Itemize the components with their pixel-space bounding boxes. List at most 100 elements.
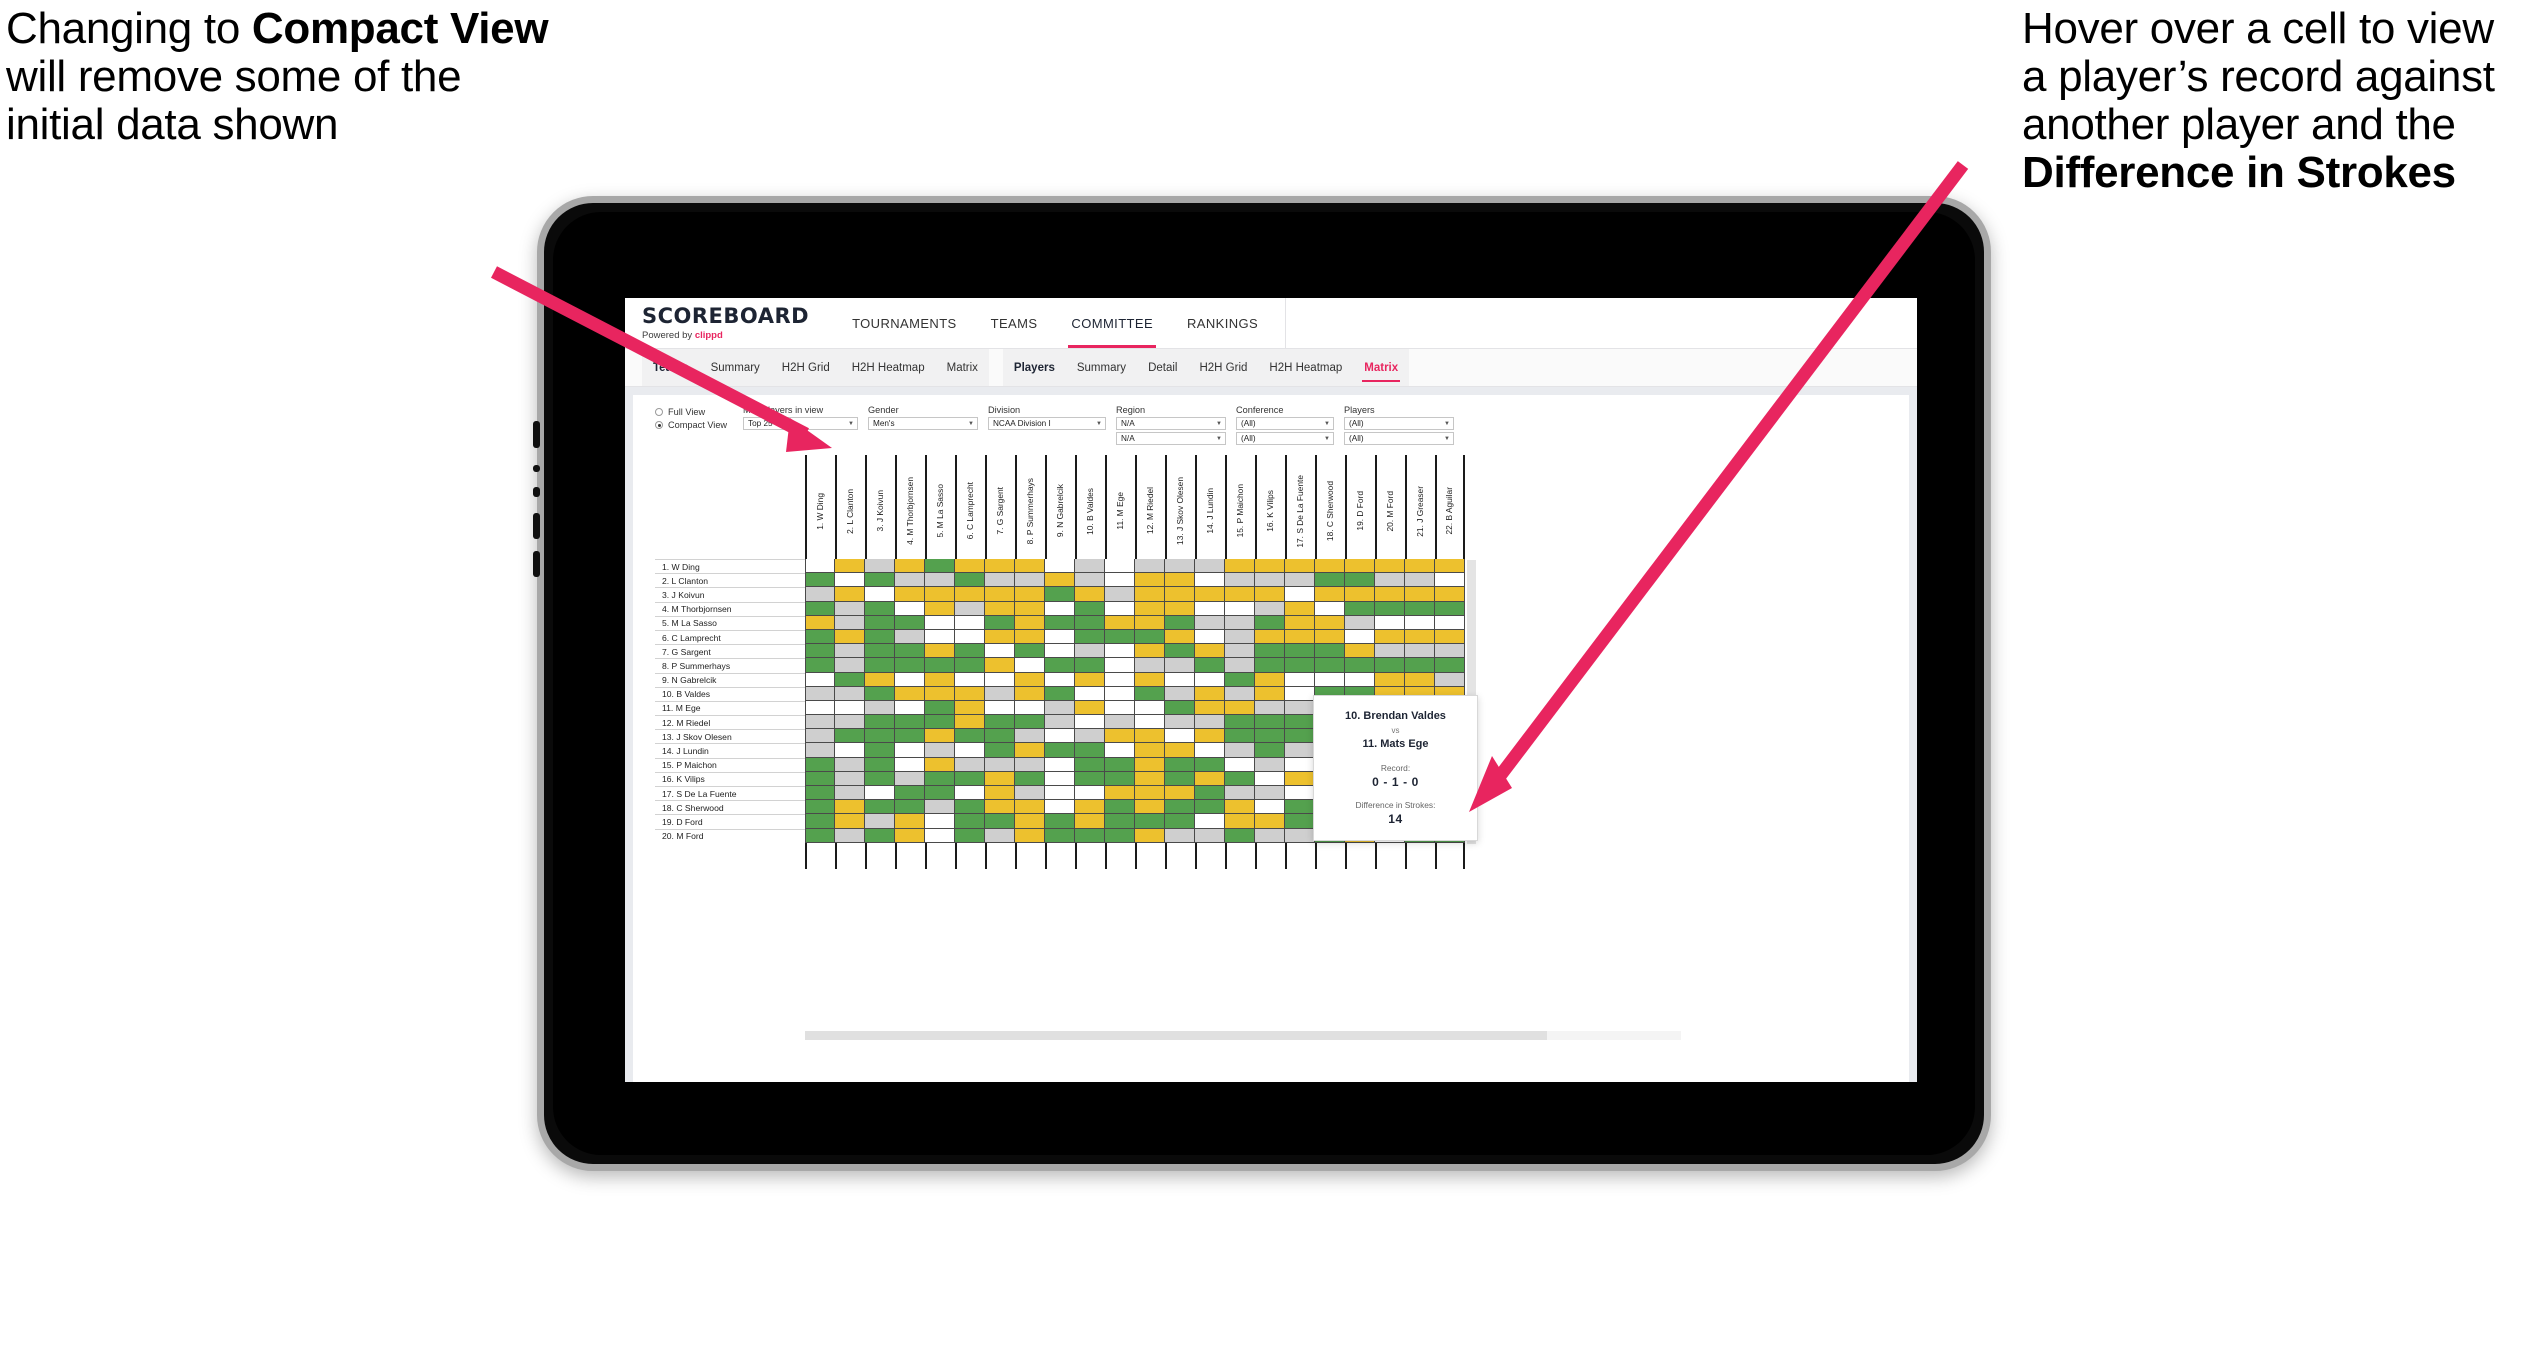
matrix-cell[interactable]: [1075, 729, 1105, 744]
matrix-cell[interactable]: [1105, 700, 1135, 716]
matrix-cell[interactable]: [925, 786, 955, 801]
matrix-cell[interactable]: [1045, 601, 1075, 616]
matrix-col-header[interactable]: 18. C Sherwood: [1315, 455, 1345, 559]
matrix-cell[interactable]: [1075, 800, 1105, 815]
matrix-cell[interactable]: [985, 615, 1015, 630]
matrix-cell[interactable]: [865, 686, 895, 701]
tablet-button-power[interactable]: [533, 421, 540, 448]
matrix-cell[interactable]: [1015, 828, 1045, 843]
matrix-cell[interactable]: [925, 800, 955, 815]
matrix-cell[interactable]: [835, 587, 865, 602]
matrix-cell[interactable]: [925, 757, 955, 772]
matrix-col-header[interactable]: 3. J Koivun: [865, 455, 895, 559]
matrix-cell[interactable]: [985, 573, 1015, 588]
matrix-cell[interactable]: [1375, 629, 1405, 645]
matrix-row-label[interactable]: 9. N Gabrelcik: [655, 672, 805, 687]
matrix-cell[interactable]: [895, 786, 925, 801]
matrix-cell[interactable]: [1075, 700, 1105, 716]
matrix-cell[interactable]: [1165, 771, 1195, 786]
matrix-cell[interactable]: [955, 629, 985, 645]
matrix-cell[interactable]: [1045, 700, 1075, 716]
matrix-cell[interactable]: [955, 786, 985, 801]
matrix-cell[interactable]: [1015, 601, 1045, 616]
matrix-cell[interactable]: [925, 686, 955, 701]
matrix-cell[interactable]: [1075, 771, 1105, 786]
matrix-col-header[interactable]: 6. C Lamprecht: [955, 455, 985, 559]
matrix-row-label[interactable]: 13. J Skov Olesen: [655, 729, 805, 744]
matrix-cell[interactable]: [1105, 615, 1135, 630]
subnav-teams-summary[interactable]: Summary: [700, 349, 771, 386]
matrix-cell[interactable]: [1135, 743, 1165, 758]
matrix-cell[interactable]: [835, 615, 865, 630]
nav-item-tournaments[interactable]: TOURNAMENTS: [835, 298, 974, 348]
filter-max-players-select[interactable]: Top 25 ▼: [743, 417, 858, 430]
matrix-cell[interactable]: [1255, 743, 1285, 758]
matrix-cell[interactable]: [1195, 686, 1225, 701]
matrix-cell[interactable]: [1135, 800, 1165, 815]
matrix-cell[interactable]: [1015, 800, 1045, 815]
matrix-cell[interactable]: [1255, 644, 1285, 659]
matrix-cell[interactable]: [1405, 658, 1435, 673]
matrix-cell[interactable]: [1045, 559, 1075, 574]
matrix-cell[interactable]: [895, 800, 925, 815]
matrix-cell[interactable]: [895, 658, 925, 673]
matrix-col-header[interactable]: 20. M Ford: [1375, 455, 1405, 559]
matrix-cell[interactable]: [1045, 729, 1075, 744]
matrix-cell[interactable]: [1135, 757, 1165, 772]
matrix-cell[interactable]: [955, 615, 985, 630]
matrix-row-label[interactable]: 4. M Thorbjornsen: [655, 601, 805, 616]
matrix-cell[interactable]: [1105, 686, 1135, 701]
matrix-cell[interactable]: [1375, 615, 1405, 630]
matrix-cell[interactable]: [1315, 658, 1345, 673]
matrix-col-header[interactable]: 22. B Aguilar: [1435, 455, 1465, 559]
matrix-cell[interactable]: [835, 757, 865, 772]
matrix-row-label[interactable]: 2. L Clanton: [655, 573, 805, 588]
matrix-cell[interactable]: [1015, 658, 1045, 673]
matrix-cell[interactable]: [1165, 644, 1195, 659]
matrix-cell[interactable]: [1015, 672, 1045, 687]
matrix-cell[interactable]: [1285, 686, 1315, 701]
matrix-cell[interactable]: [1105, 729, 1135, 744]
matrix-cell[interactable]: [1285, 700, 1315, 716]
matrix-cell[interactable]: [865, 601, 895, 616]
matrix-cell[interactable]: [955, 658, 985, 673]
matrix-cell[interactable]: [1285, 601, 1315, 616]
matrix-cell[interactable]: [955, 559, 985, 574]
matrix-cell[interactable]: [1075, 587, 1105, 602]
matrix-cell[interactable]: [865, 629, 895, 645]
matrix-cell[interactable]: [1045, 573, 1075, 588]
matrix-cell[interactable]: [865, 644, 895, 659]
matrix-cell[interactable]: [1135, 573, 1165, 588]
matrix-cell[interactable]: [1345, 629, 1375, 645]
matrix-cell[interactable]: [1345, 601, 1375, 616]
matrix-cell[interactable]: [1075, 672, 1105, 687]
matrix-row-label[interactable]: 3. J Koivun: [655, 587, 805, 602]
matrix-cell[interactable]: [1135, 786, 1165, 801]
radio-compact-view[interactable]: Compact View: [655, 420, 733, 430]
tablet-button-mute[interactable]: [533, 465, 540, 472]
brand-logo[interactable]: SCOREBOARD Powered by clippd: [642, 298, 835, 348]
matrix-cell[interactable]: [1015, 814, 1045, 829]
matrix-cell[interactable]: [1195, 757, 1225, 772]
matrix-cell[interactable]: [1135, 644, 1165, 659]
matrix-cell[interactable]: [1225, 658, 1255, 673]
matrix-cell[interactable]: [895, 828, 925, 843]
matrix-scrollbar-thumb[interactable]: [805, 1031, 1547, 1040]
matrix-row-label[interactable]: 15. P Maichon: [655, 757, 805, 772]
matrix-cell[interactable]: [1285, 757, 1315, 772]
matrix-cell[interactable]: [1225, 587, 1255, 602]
matrix-cell[interactable]: [1225, 686, 1255, 701]
matrix-cell[interactable]: [1225, 828, 1255, 843]
matrix-cell[interactable]: [1315, 672, 1345, 687]
matrix-cell[interactable]: [985, 743, 1015, 758]
matrix-cell[interactable]: [1255, 700, 1285, 716]
matrix-cell[interactable]: [925, 587, 955, 602]
filter-players-select-secondary[interactable]: (All) ▼: [1344, 432, 1454, 445]
subnav-players-summary[interactable]: Summary: [1066, 349, 1137, 386]
matrix-cell[interactable]: [1015, 587, 1045, 602]
matrix-cell[interactable]: [1165, 700, 1195, 716]
matrix-cell[interactable]: [895, 629, 925, 645]
matrix-cell[interactable]: [1135, 729, 1165, 744]
matrix-cell[interactable]: [1225, 757, 1255, 772]
filter-players-select[interactable]: (All) ▼: [1344, 417, 1454, 430]
